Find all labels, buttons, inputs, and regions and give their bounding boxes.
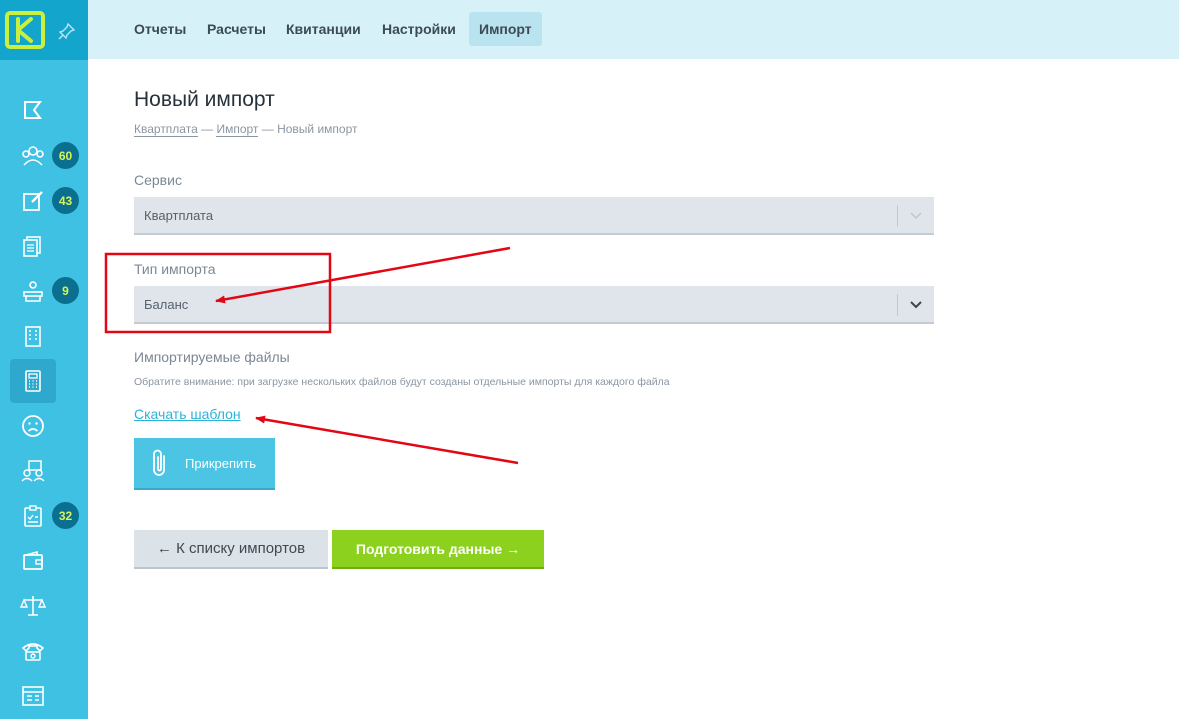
service-select[interactable]: Квартплата [134,197,934,235]
edit-note-icon [23,191,43,211]
clipboard-check-icon [24,505,42,527]
tab-reports[interactable]: Отчеты [124,12,196,46]
pin-icon[interactable] [58,22,76,40]
select-divider [897,294,898,316]
import-type-select[interactable]: Баланс [134,286,934,324]
tab-calculations[interactable]: Расчеты [197,12,276,46]
attach-button[interactable]: Прикрепить [134,438,275,490]
wallet-icon [23,550,43,570]
download-template-link[interactable]: Скачать шаблон [134,406,241,422]
count-badge: 60 [52,142,79,169]
sidebar-item-scales[interactable] [10,584,56,628]
breadcrumb-link-kvartplata[interactable]: Квартплата [134,122,198,137]
count-badge: 9 [52,277,79,304]
files-note: Обратите внимание: при загрузке нескольк… [134,376,670,388]
documents-icon [23,236,41,257]
chevron-down-icon [910,212,922,220]
sidebar-item-browser-window[interactable] [10,674,56,718]
tab-import[interactable]: Импорт [469,12,542,46]
building-icon [25,326,41,347]
files-label: Импортируемые файлы [134,349,290,365]
sidebar-item-sad-face[interactable] [10,404,56,448]
sidebar-item-phone[interactable] [10,629,56,673]
count-badge: 32 [52,502,79,529]
import-type-select-value: Баланс [144,296,189,312]
sad-face-icon [22,415,44,437]
reception-desk-icon [23,281,43,302]
flag-icon [24,101,42,119]
breadcrumb-separator: — [261,122,274,136]
service-label: Сервис [134,172,182,188]
sidebar-item-users-group[interactable] [10,134,56,178]
sidebar-item-building[interactable] [10,314,56,358]
breadcrumb-current: Новый импорт [277,122,358,136]
phone-icon [21,643,45,661]
prepare-data-button[interactable]: Подготовить данные → [332,530,544,569]
breadcrumb-separator: — [201,122,214,136]
breadcrumb: Квартплата — Импорт — Новый импорт [134,122,358,137]
sidebar-item-edit-note[interactable] [10,179,56,223]
select-divider [897,205,898,227]
breadcrumb-link-import[interactable]: Импорт [216,122,259,137]
sidebar-item-staff-list[interactable] [10,449,56,493]
service-select-value: Квартплата [144,207,214,223]
top-navigation: Отчеты Расчеты Квитанции Настройки Импор… [88,0,1179,59]
sidebar-header [0,0,88,60]
tab-receipts[interactable]: Квитанции [276,12,371,46]
sidebar-item-calculator[interactable] [10,359,56,403]
staff-list-icon [21,460,45,482]
sidebar-item-documents[interactable] [10,224,56,268]
chevron-down-icon [910,301,922,309]
page-title: Новый импорт [134,88,275,111]
attach-button-label: Прикрепить [185,455,257,471]
sidebar-item-reception-desk[interactable] [10,269,56,313]
scales-icon [20,596,46,616]
paperclip-icon [153,449,165,476]
sidebar-item-clipboard-check[interactable] [10,494,56,538]
back-to-imports-button[interactable]: ← К списку импортов [134,530,328,569]
annotation-arrow [255,415,519,465]
sidebar-item-wallet[interactable] [10,539,56,583]
sidebar-item-flag[interactable] [10,89,56,133]
count-badge: 43 [52,187,79,214]
users-group-icon [22,146,44,166]
import-type-label: Тип импорта [134,261,216,277]
tab-settings[interactable]: Настройки [372,12,466,46]
calculator-icon [25,370,41,392]
browser-window-icon [22,686,44,706]
logo-icon[interactable] [5,11,45,49]
